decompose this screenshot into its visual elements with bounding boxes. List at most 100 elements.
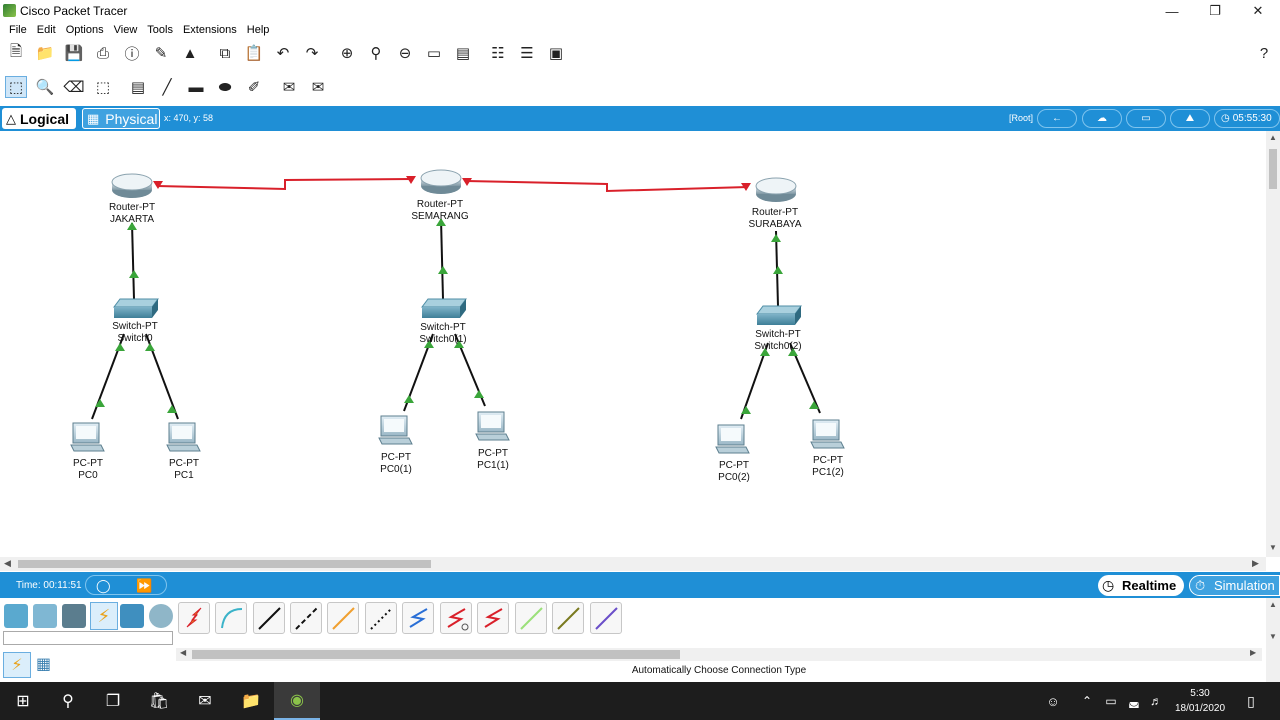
save-icon[interactable]: 💾 xyxy=(63,42,85,64)
network-info-icon[interactable]: ▲ xyxy=(179,42,201,64)
phone-cable-icon[interactable] xyxy=(365,602,397,634)
router-jakarta[interactable] xyxy=(110,173,154,202)
scroll-right-icon[interactable]: ▶ xyxy=(1250,648,1256,657)
add-complex-pdu-icon[interactable]: ✉ xyxy=(307,76,329,98)
menu-options[interactable]: Options xyxy=(61,22,109,40)
tab-physical[interactable]: ▦ Physical xyxy=(82,108,160,129)
connections-icon[interactable]: ⚡ xyxy=(90,602,118,630)
fast-forward-icon[interactable]: ⏩ xyxy=(136,578,152,594)
windows-start-icon[interactable]: ⊞ xyxy=(0,682,46,720)
scroll-up-icon[interactable]: ▲ xyxy=(1269,133,1277,142)
pc-pc0[interactable] xyxy=(70,421,106,456)
cluster-icon[interactable]: ☁ xyxy=(1082,109,1122,128)
new-file-icon[interactable]: 🗎 xyxy=(5,42,27,64)
info-icon[interactable]: ⓘ xyxy=(121,42,143,64)
menu-tools[interactable]: Tools xyxy=(142,22,178,40)
horizontal-scroll-thumb[interactable] xyxy=(18,560,431,568)
wizard-icon[interactable]: ✎ xyxy=(150,42,172,64)
link-semarang-switch01[interactable] xyxy=(440,218,444,300)
serial-dce-icon[interactable] xyxy=(440,602,472,634)
menu-help[interactable]: Help xyxy=(242,22,275,40)
resize-shape-icon[interactable]: ⬚ xyxy=(92,76,114,98)
vertical-scroll-thumb[interactable] xyxy=(1269,149,1277,189)
packet-tracer-taskbar-icon[interactable]: ◉ xyxy=(274,682,320,720)
taskbar-clock[interactable]: 5:30 18/01/2020 xyxy=(1170,686,1230,716)
undo-icon[interactable]: ↶ xyxy=(272,42,294,64)
scroll-left-icon[interactable]: ◀ xyxy=(4,558,11,569)
scroll-up-icon[interactable]: ▲ xyxy=(1269,600,1277,609)
menu-file[interactable]: File xyxy=(4,22,32,40)
add-simple-pdu-icon[interactable]: ✉ xyxy=(278,76,300,98)
draw-ellipse-icon[interactable]: ⬬ xyxy=(214,76,236,98)
router-surabaya[interactable] xyxy=(754,177,798,206)
misc-icon[interactable] xyxy=(120,604,144,628)
print-icon[interactable]: ⎙ xyxy=(92,42,114,64)
iot-custom-cable-icon[interactable] xyxy=(552,602,584,634)
root-label[interactable]: [Root] xyxy=(1009,113,1033,123)
redo-icon[interactable]: ↷ xyxy=(301,42,323,64)
freeform-icon[interactable]: ✐ xyxy=(243,76,265,98)
draw-line-icon[interactable]: ╱ xyxy=(156,76,178,98)
pc-pc0-2[interactable] xyxy=(715,423,751,458)
coaxial-cable-icon[interactable] xyxy=(402,602,434,634)
inspect-icon[interactable]: 🔍 xyxy=(34,76,56,98)
file-explorer-icon[interactable]: 📁 xyxy=(228,682,274,720)
draw-rectangle-icon[interactable]: ▬ xyxy=(185,76,207,98)
fiber-cable-icon[interactable] xyxy=(327,602,359,634)
palette-vertical-scrollbar[interactable]: ▲ ▼ xyxy=(1266,598,1280,682)
vertical-scrollbar[interactable]: ▲ ▼ xyxy=(1266,131,1280,557)
pc-pc1-2[interactable] xyxy=(810,418,846,453)
pc-pc0-1[interactable] xyxy=(378,414,414,449)
back-icon[interactable]: ← xyxy=(1037,109,1077,128)
paste-icon[interactable]: 📋 xyxy=(243,42,265,64)
end-devices-icon[interactable] xyxy=(33,604,57,628)
copy-icon[interactable]: ⧉ xyxy=(214,42,236,64)
menu-edit[interactable]: Edit xyxy=(32,22,61,40)
minimize-icon[interactable]: — xyxy=(1150,0,1194,22)
copper-cross-over-icon[interactable] xyxy=(290,602,322,634)
grid-view-icon[interactable]: ▦ xyxy=(36,654,56,674)
console-cable-icon[interactable] xyxy=(215,602,247,634)
serial-link-semarang-surabaya[interactable] xyxy=(465,180,749,193)
auto-connection-icon[interactable] xyxy=(178,602,210,634)
clock-pill[interactable]: ◷ 05:55:30 xyxy=(1214,109,1280,128)
simulation-mode-button[interactable]: ⏱ Simulation xyxy=(1189,575,1280,596)
scroll-right-icon[interactable]: ▶ xyxy=(1252,558,1259,569)
serial-link-jakarta-semarang[interactable] xyxy=(156,178,413,191)
horizontal-scrollbar[interactable]: ◀ ▶ xyxy=(0,557,1266,571)
multiuser-icon[interactable] xyxy=(149,604,173,628)
copper-straight-through-icon[interactable] xyxy=(253,602,285,634)
scroll-left-icon[interactable]: ◀ xyxy=(180,648,186,657)
switch-switch0-2[interactable] xyxy=(755,304,803,331)
network-devices-icon[interactable] xyxy=(4,604,28,628)
drawing-palette-icon[interactable]: ▭ xyxy=(423,42,445,64)
link-jakarta-switch0[interactable] xyxy=(131,222,135,300)
serial-dte-icon[interactable] xyxy=(477,602,509,634)
select-icon[interactable]: ⬚ xyxy=(5,76,27,98)
help-icon[interactable]: ? xyxy=(1253,42,1275,64)
restore-icon[interactable]: ❐ xyxy=(1193,0,1237,22)
close-icon[interactable]: ✕ xyxy=(1236,0,1280,22)
menu-view[interactable]: View xyxy=(109,22,143,40)
zoom-out-icon[interactable]: ⊖ xyxy=(394,42,416,64)
logical-workspace[interactable]: Router-PT JAKARTA Router-PT SEMARANG Rou… xyxy=(0,131,1266,557)
search-icon[interactable]: ⚲ xyxy=(45,682,91,720)
power-cycle-icon[interactable]: ◯ xyxy=(96,578,111,594)
tab-logical[interactable]: △ Logical xyxy=(2,108,76,129)
switch-switch0[interactable] xyxy=(112,297,160,324)
scroll-down-icon[interactable]: ▼ xyxy=(1269,632,1277,641)
palette-scroll-thumb[interactable] xyxy=(192,650,680,659)
palette-horizontal-scrollbar[interactable]: ◀ ▶ xyxy=(176,648,1262,661)
scroll-down-icon[interactable]: ▼ xyxy=(1269,543,1277,552)
store-icon[interactable]: 🛍 xyxy=(136,682,182,720)
custom-device-icon[interactable]: ▤ xyxy=(452,42,474,64)
notifications-icon[interactable]: ▯ xyxy=(1228,682,1274,720)
notes-icon[interactable]: ☷ xyxy=(487,42,509,64)
switch-switch0-1[interactable] xyxy=(420,297,468,324)
pc-pc1-1[interactable] xyxy=(475,410,511,445)
realtime-mode-button[interactable]: ◷ Realtime xyxy=(1098,575,1184,596)
screenshot-icon[interactable]: ▣ xyxy=(545,42,567,64)
task-view-icon[interactable]: ❐ xyxy=(90,682,136,720)
pc-pc1[interactable] xyxy=(166,421,202,456)
router-semarang[interactable] xyxy=(419,169,463,198)
